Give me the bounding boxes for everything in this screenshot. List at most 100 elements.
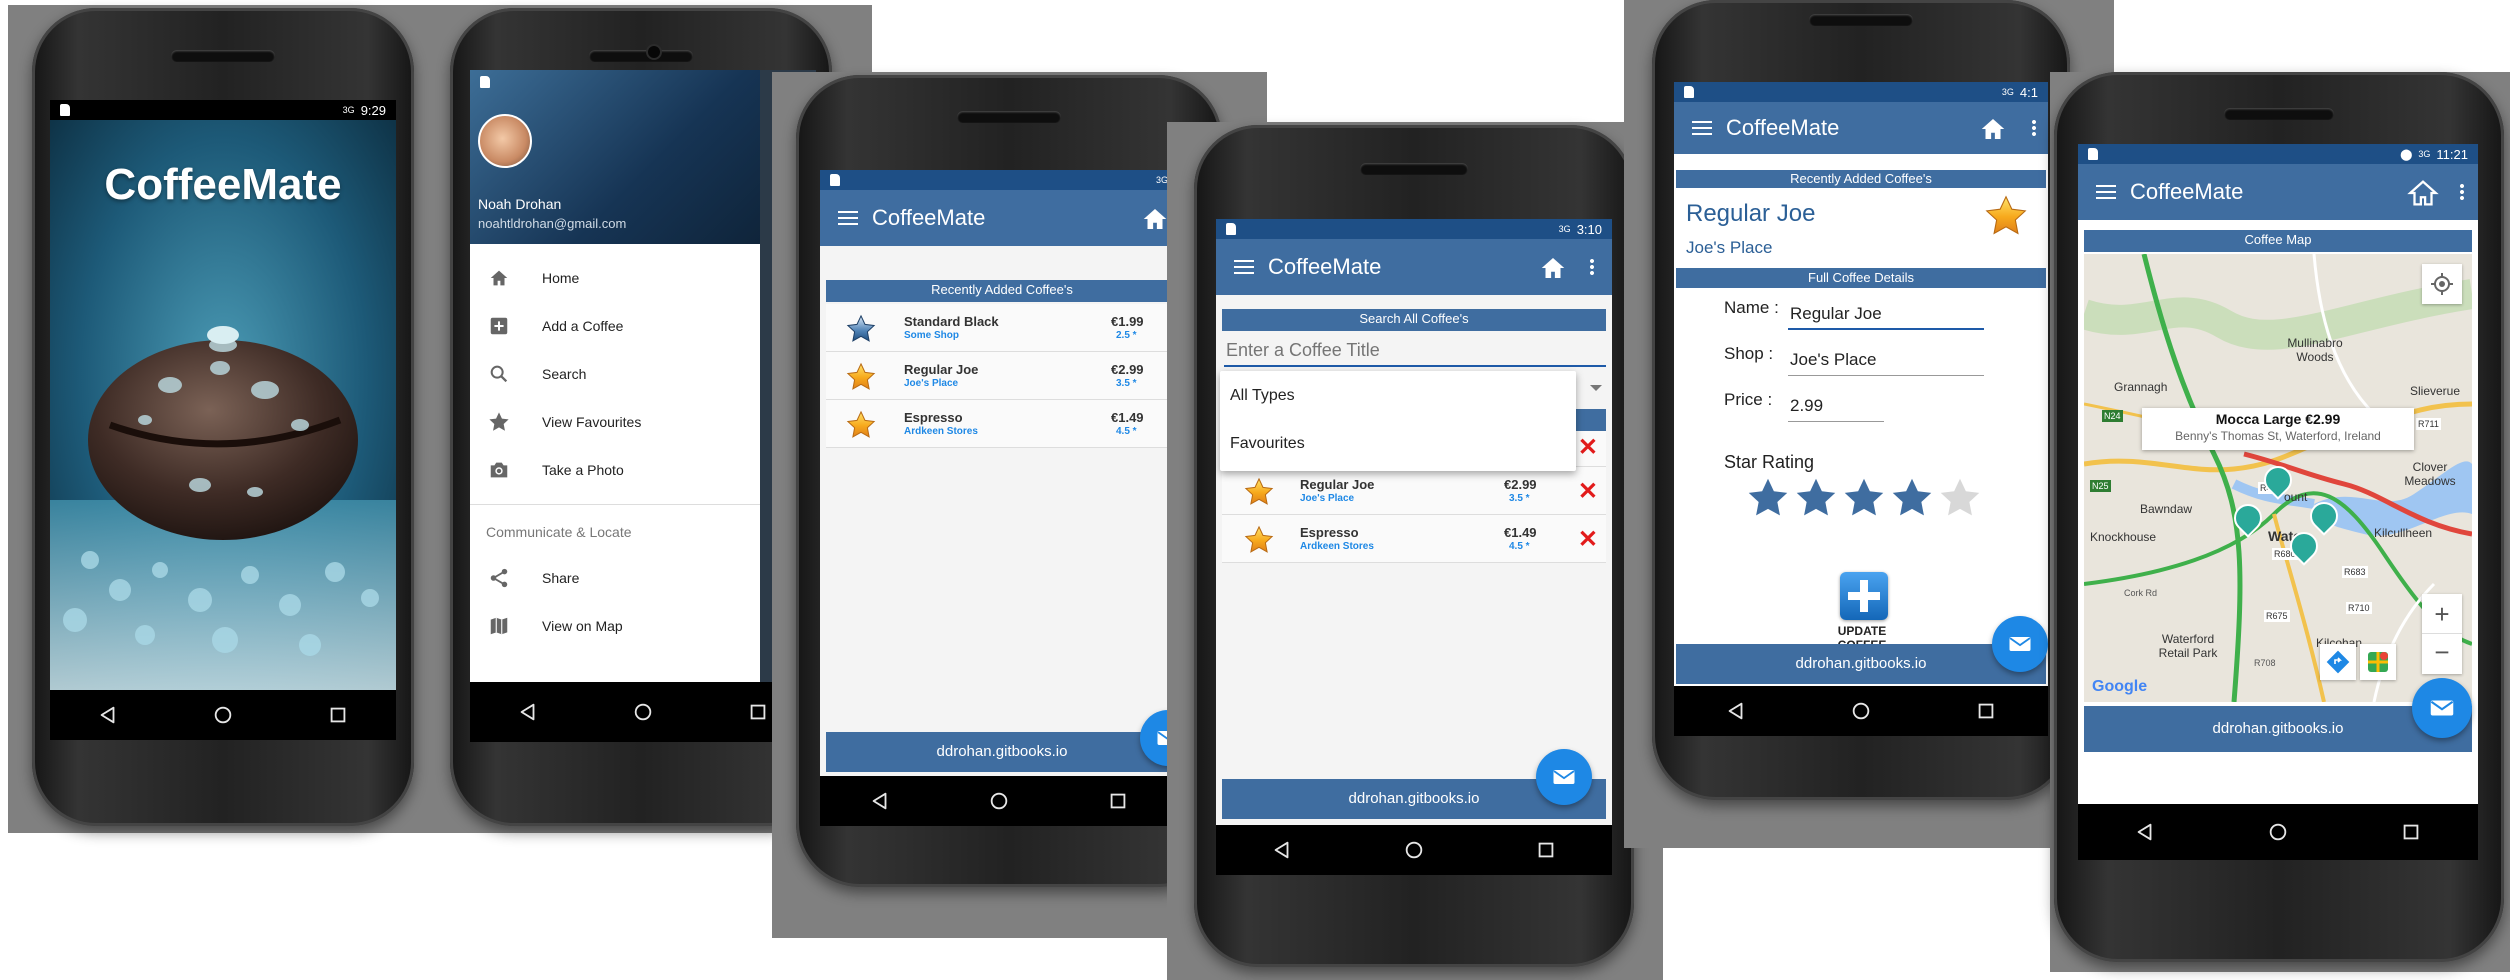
recents-icon[interactable]	[327, 704, 349, 726]
home-icon[interactable]	[1140, 204, 1170, 234]
email-fab[interactable]	[2412, 678, 2472, 738]
back-icon[interactable]	[2134, 821, 2156, 843]
star-rating-bar[interactable]	[1746, 476, 1986, 520]
filter-dropdown-arrow[interactable]	[1590, 385, 1602, 391]
phone-frame-details: 3G 4:1 CoffeeMate Recently Added Coffee'…	[1652, 0, 2070, 800]
zoom-out-button[interactable]: −	[2422, 634, 2462, 674]
search-screen: 3G 3:10 CoffeeMate Search All Coffee's ✕…	[1216, 219, 1612, 825]
overflow-menu-icon[interactable]	[1590, 258, 1594, 276]
menu-icon[interactable]	[2096, 185, 2116, 199]
rating-star-filled-icon[interactable]	[1842, 476, 1886, 520]
app-title: CoffeeMate	[872, 205, 986, 230]
home-icon[interactable]	[2406, 176, 2440, 210]
map-icon	[490, 617, 508, 635]
coffee-rating: 2.5 *	[1116, 330, 1137, 341]
recents-icon[interactable]	[2400, 821, 2422, 843]
shop-field[interactable]: Joe's Place	[1788, 350, 1984, 376]
home-circle-icon[interactable]	[988, 790, 1010, 812]
star-filled-icon	[1244, 477, 1274, 507]
dropdown-option[interactable]: Favourites	[1230, 435, 1305, 453]
status-bar: 3G 3:10	[1216, 219, 1612, 239]
footer-link[interactable]: ddrohan.gitbooks.io	[826, 732, 1178, 772]
home-circle-icon[interactable]	[632, 701, 654, 723]
home-circle-icon[interactable]	[1850, 700, 1872, 722]
directions-button[interactable]	[2320, 644, 2356, 680]
recents-icon[interactable]	[1535, 839, 1557, 861]
name-label: Name :	[1724, 298, 1779, 317]
back-icon[interactable]	[1725, 700, 1747, 722]
menu-icon[interactable]	[838, 211, 858, 225]
back-icon[interactable]	[869, 790, 891, 812]
home-circle-icon[interactable]	[1403, 839, 1425, 861]
footer-link[interactable]: ddrohan.gitbooks.io	[1676, 644, 2046, 684]
drawer-item-label: Home	[542, 270, 580, 286]
home-icon[interactable]	[1978, 114, 2008, 144]
coffee-price: €2.99	[1111, 362, 1144, 377]
delete-icon[interactable]: ✕	[1578, 477, 1598, 506]
favourite-star-icon[interactable]	[1984, 194, 2028, 238]
list-item[interactable]: Regular Joe Joe's Place €2.99 3.5 * ✕	[1222, 467, 1606, 515]
road-label: R708	[2254, 658, 2276, 668]
drawer-item-label: View on Map	[542, 618, 623, 634]
recents-icon[interactable]	[1107, 790, 1129, 812]
drawer-user-email: noahtldrohan@gmail.com	[478, 216, 627, 231]
dropdown-option[interactable]: All Types	[1230, 387, 1295, 405]
android-nav-bar	[50, 690, 396, 740]
list-item[interactable]: Espresso Ardkeen Stores €1.49 4.5 *	[826, 400, 1178, 448]
list-item[interactable]: Regular Joe Joe's Place €2.99 3.5 *	[826, 352, 1178, 400]
recents-icon[interactable]	[747, 701, 769, 723]
coffee-shop: Ardkeen Stores	[1300, 541, 1374, 552]
earpiece	[2224, 108, 2334, 120]
update-button[interactable]: UPDATE COFFEE	[1812, 572, 1912, 652]
status-time: 9:29	[360, 102, 386, 118]
sd-card-icon	[830, 174, 840, 186]
rating-star-filled-icon[interactable]	[1746, 476, 1790, 520]
road-shield: R675	[2264, 610, 2290, 622]
coffee-shop: Ardkeen Stores	[904, 426, 978, 437]
back-icon[interactable]	[97, 704, 119, 726]
back-icon[interactable]	[517, 701, 539, 723]
home-circle-icon[interactable]	[212, 704, 234, 726]
home-circle-icon[interactable]	[2267, 821, 2289, 843]
drawer-item-search[interactable]: Search	[470, 350, 760, 398]
rating-star-filled-icon[interactable]	[1794, 476, 1838, 520]
drawer-divider	[470, 504, 760, 505]
drawer-item-add-coffee[interactable]: Add a Coffee	[470, 302, 760, 350]
place-label: Waterford Retail Park	[2158, 632, 2218, 660]
rating-star-filled-icon[interactable]	[1890, 476, 1934, 520]
drawer-item-favourites[interactable]: View Favourites	[470, 398, 760, 446]
overflow-menu-icon[interactable]	[2032, 119, 2036, 137]
search-input[interactable]	[1224, 335, 1606, 367]
add-icon	[1840, 572, 1888, 620]
zoom-in-button[interactable]: +	[2422, 594, 2462, 634]
back-icon[interactable]	[1271, 839, 1293, 861]
status-bar: ⬤ 3G 11:21	[2078, 144, 2478, 164]
email-fab[interactable]	[1992, 616, 2048, 672]
delete-icon[interactable]: ✕	[1578, 433, 1598, 462]
list-item[interactable]: Espresso Ardkeen Stores €1.49 4.5 * ✕	[1222, 515, 1606, 563]
menu-icon[interactable]	[1234, 260, 1254, 274]
drawer-item-take-photo[interactable]: Take a Photo	[470, 446, 760, 494]
delete-icon[interactable]: ✕	[1578, 525, 1598, 554]
list-item[interactable]: Standard Black Some Shop €1.99 2.5 *	[826, 304, 1178, 352]
name-field[interactable]: Regular Joe	[1788, 304, 1984, 330]
details-screen: 3G 4:1 CoffeeMate Recently Added Coffee'…	[1674, 82, 2048, 686]
open-in-maps-button[interactable]	[2360, 644, 2396, 680]
home-icon[interactable]	[1538, 253, 1568, 283]
overflow-menu-icon[interactable]	[2460, 183, 2464, 201]
drawer-item-home[interactable]: Home	[470, 254, 760, 302]
place-label: Kilcullheen	[2374, 526, 2433, 540]
drawer-item-view-map[interactable]: View on Map	[470, 602, 760, 650]
recents-icon[interactable]	[1975, 700, 1997, 722]
signal-indicator: 3G	[2418, 149, 2431, 159]
menu-icon[interactable]	[1692, 121, 1712, 135]
email-fab[interactable]	[1536, 749, 1592, 805]
filter-dropdown-menu: All Types Favourites	[1220, 371, 1576, 471]
my-location-button[interactable]	[2422, 264, 2462, 304]
drawer-item-share[interactable]: Share	[470, 554, 760, 602]
info-window[interactable]: Mocca Large €2.99 Benny's Thomas St, Wat…	[2142, 408, 2414, 450]
avatar[interactable]	[478, 114, 532, 168]
map-view[interactable]: Mullinabro Woods Grannagh Slieverue Clov…	[2084, 254, 2472, 702]
rating-star-empty-icon[interactable]	[1938, 476, 1982, 520]
price-field[interactable]: 2.99	[1788, 396, 1884, 422]
